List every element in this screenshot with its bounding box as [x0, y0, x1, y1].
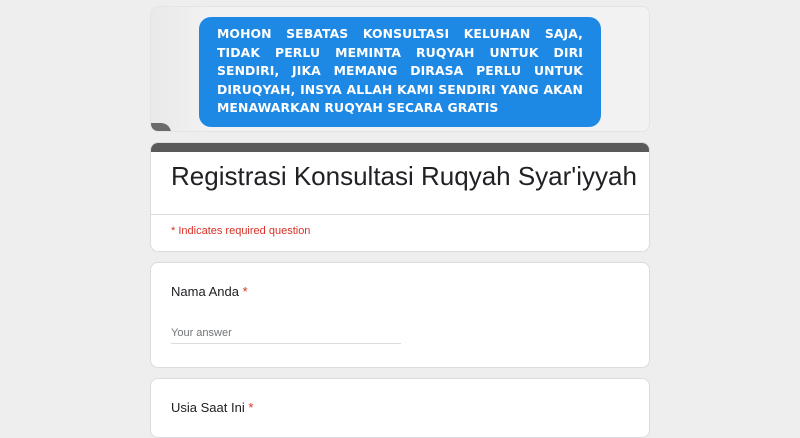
form-title: Registrasi Konsultasi Ruqyah Syar'iyyah — [171, 161, 637, 191]
required-asterisk: * — [248, 400, 254, 415]
question-label: Nama Anda * — [171, 284, 248, 299]
question-label: Usia Saat Ini * — [171, 400, 253, 415]
form-header-bar — [151, 143, 649, 152]
question-text: Usia Saat Ini — [171, 400, 245, 415]
banner-notice-text: MOHON SEBATAS KONSULTASI KELUHAN SAJA, T… — [199, 17, 601, 127]
form-title-card: Registrasi Konsultasi Ruqyah Syar'iyyah … — [150, 142, 650, 252]
required-question-note: * Indicates required question — [171, 225, 311, 237]
answer-input-nama[interactable] — [171, 323, 401, 344]
required-asterisk: * — [242, 284, 248, 299]
question-card-nama: Nama Anda * — [150, 262, 650, 368]
question-card-usia: Usia Saat Ini * — [150, 378, 650, 438]
header-banner-image: MOHON SEBATAS KONSULTASI KELUHAN SAJA, T… — [150, 6, 650, 132]
question-text: Nama Anda — [171, 284, 239, 299]
divider — [151, 214, 649, 215]
